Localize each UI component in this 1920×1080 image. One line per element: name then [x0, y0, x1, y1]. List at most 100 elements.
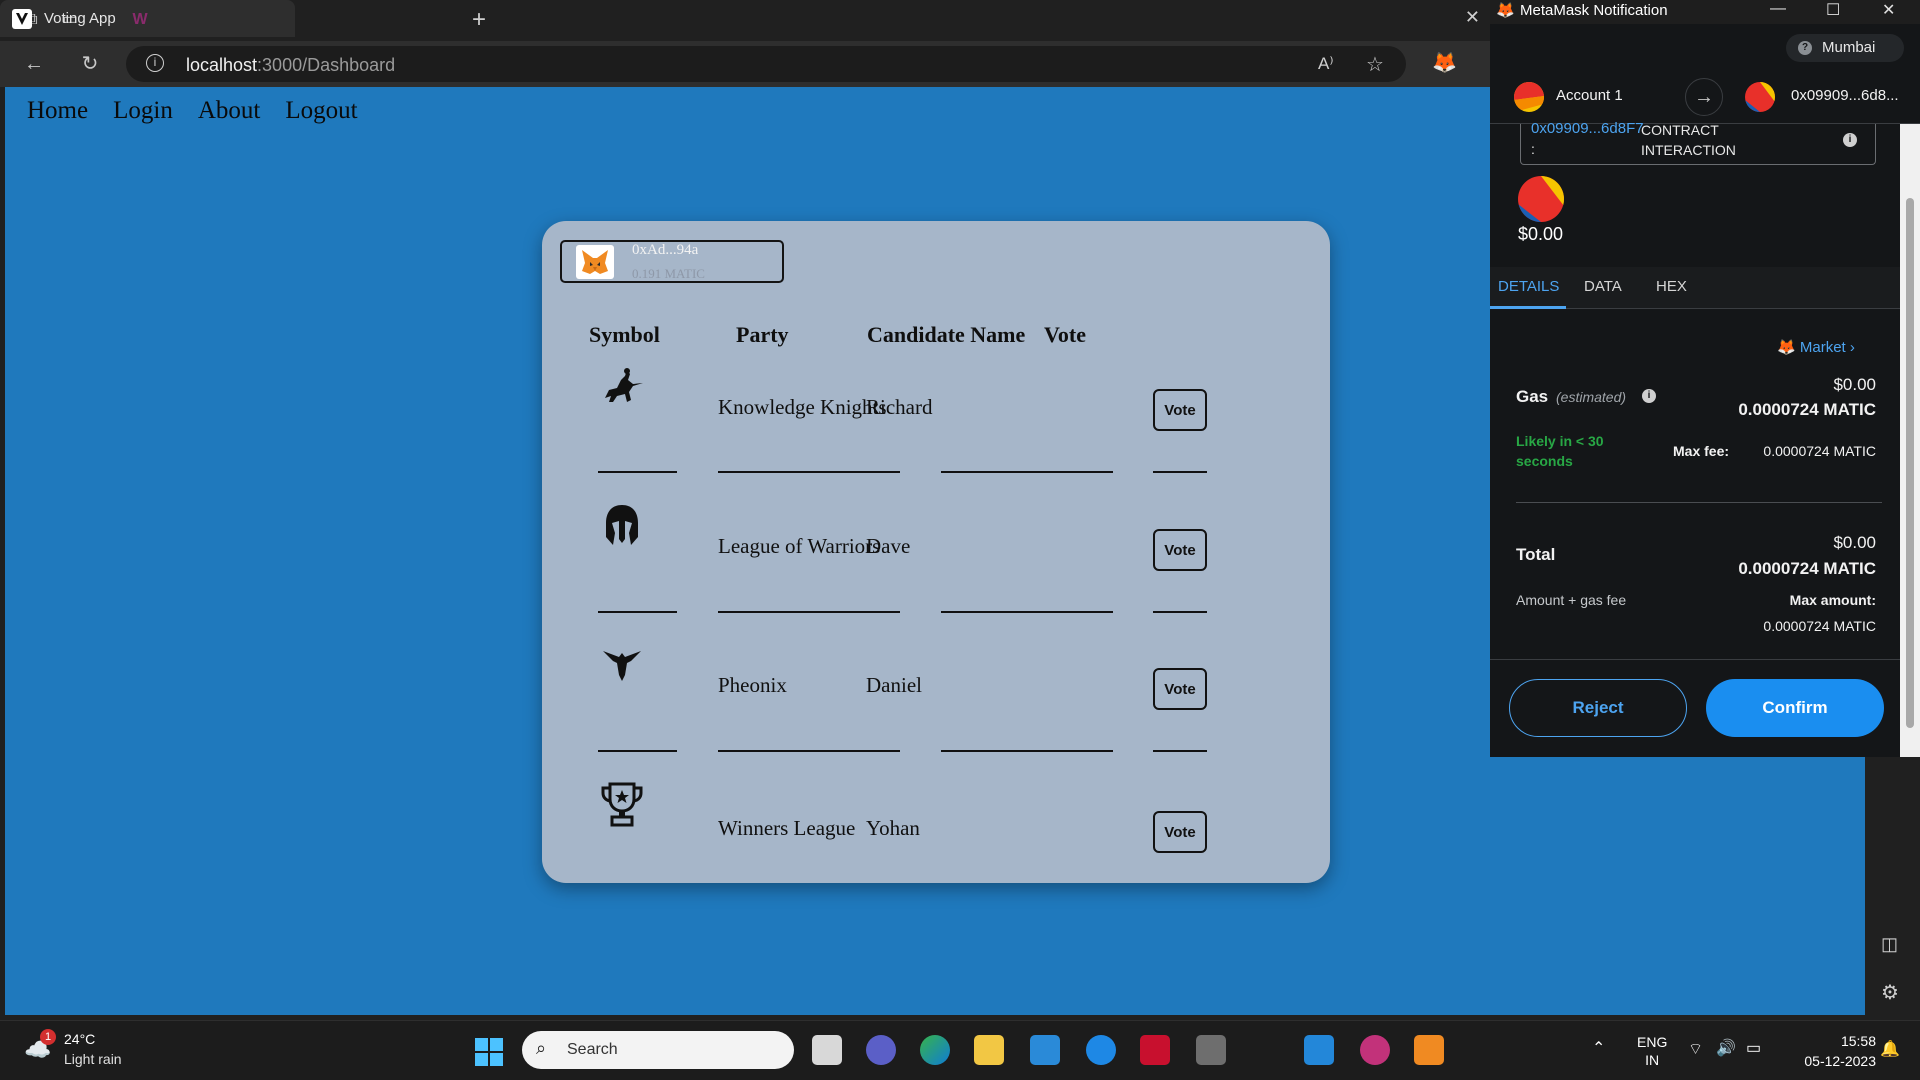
reject-button[interactable]: Reject — [1509, 679, 1687, 737]
recipient-address[interactable]: 0x09909...6d8... — [1791, 87, 1899, 104]
network-name: Mumbai — [1822, 39, 1876, 56]
mcafee-icon[interactable] — [1140, 1035, 1170, 1065]
battery-icon[interactable]: ▭ — [1746, 1038, 1761, 1058]
top-nav: Home Login About Logout — [27, 97, 358, 125]
nav-home[interactable]: Home — [27, 97, 88, 125]
wallet-address: 0xAd...94a — [632, 242, 699, 258]
candidate-name: Dave — [866, 534, 911, 558]
task-view-icon[interactable] — [812, 1035, 842, 1065]
address-bar-row: ← ↻ i localhost:3000/Dashboard A⁾ ☆ 🦊 — [0, 41, 1490, 87]
fox-market-icon: 🦊 — [1777, 339, 1800, 356]
metamask-extension-icon[interactable]: 🦊 — [1432, 51, 1457, 75]
total-usd: $0.00 — [1833, 533, 1876, 552]
vote-button[interactable]: Vote — [1153, 668, 1207, 710]
metamask-popup: 🦊 MetaMask Notification — ☐ ✕ ? Mumbai A… — [1490, 0, 1920, 757]
app-icon[interactable] — [1196, 1035, 1226, 1065]
max-amount-value: 0.0000724 MATIC — [1763, 618, 1876, 634]
max-fee-value: 0.0000724 MATIC — [1763, 443, 1876, 459]
get-help-icon[interactable] — [1086, 1035, 1116, 1065]
site-info-icon[interactable]: i — [146, 54, 164, 72]
metamask-window-title: MetaMask Notification — [1520, 2, 1668, 19]
party-name: Winners League — [718, 816, 856, 840]
party-name: Knowledge Knights — [718, 395, 887, 419]
language-indicator[interactable]: ENG IN — [1637, 1033, 1667, 1069]
candidate-name: Richard — [866, 395, 933, 419]
total-label: Total — [1516, 545, 1556, 564]
minimize-icon[interactable]: — — [1770, 0, 1786, 18]
tab-data[interactable]: DATA — [1584, 278, 1622, 295]
wifi-icon[interactable]: ⌔ — [1688, 1039, 1703, 1059]
vercel-favicon-icon — [12, 9, 32, 29]
clock[interactable]: 15:58 05-12-2023 — [1786, 1031, 1876, 1071]
windows-taskbar: ☁️ 1 24°C Light rain ⌕ Search ⌃ ENG IN ⌔ … — [0, 1020, 1920, 1080]
info-icon[interactable]: i — [1843, 133, 1857, 147]
read-aloud-icon[interactable]: A⁾ — [1318, 54, 1334, 74]
weather-description[interactable]: Light rain — [64, 1051, 122, 1067]
wallet-chip[interactable]: 0xAd...94a 0.191 MATIC — [560, 240, 784, 283]
metamask-fox-icon: 🦊 — [1496, 2, 1515, 19]
row-divider — [598, 611, 677, 613]
divider — [1490, 659, 1900, 660]
notification-bell-icon[interactable]: 🔔 — [1880, 1039, 1900, 1059]
pinned-tab-icon[interactable]: W — [128, 8, 152, 32]
vote-button[interactable]: Vote — [1153, 389, 1207, 431]
metamask-taskbar-icon[interactable] — [1414, 1035, 1444, 1065]
maximize-icon[interactable]: ☐ — [1826, 0, 1840, 20]
taskbar-search[interactable]: ⌕ Search — [522, 1031, 794, 1069]
weather-temperature[interactable]: 24°C — [64, 1031, 95, 1047]
teams-chat-icon[interactable] — [866, 1035, 896, 1065]
scrollbar-thumb[interactable] — [1906, 198, 1914, 728]
tab-details[interactable]: DETAILS — [1498, 278, 1559, 295]
arrow-right-icon: → — [1685, 78, 1723, 116]
row-divider — [1153, 611, 1207, 613]
vscode-icon[interactable] — [1304, 1035, 1334, 1065]
vote-button[interactable]: Vote — [1153, 529, 1207, 571]
search-placeholder: Search — [567, 1041, 618, 1058]
party-name: Pheonix — [718, 673, 787, 697]
gas-usd: $0.00 — [1833, 375, 1876, 394]
back-arrow-icon[interactable]: ← — [22, 52, 46, 76]
settings-gear-icon[interactable]: ⚙ — [1881, 980, 1899, 1005]
close-tab-icon[interactable]: ✕ — [1465, 7, 1480, 28]
sidebar-toggle-icon[interactable]: ◫ — [1881, 934, 1898, 955]
row-divider — [941, 611, 1113, 613]
market-link[interactable]: 🦊 Market › — [1777, 338, 1855, 356]
confirm-button[interactable]: Confirm — [1706, 679, 1884, 737]
voting-card: 0xAd...94a 0.191 MATIC Symbol Party Cand… — [542, 221, 1330, 883]
url-path: :3000/Dashboard — [257, 55, 396, 75]
row-divider — [718, 750, 900, 752]
candidate-name: Yohan — [866, 816, 920, 840]
trophy-icon — [601, 782, 643, 827]
nav-logout[interactable]: Logout — [285, 97, 357, 125]
windows-start-icon[interactable] — [474, 1037, 504, 1067]
new-tab-icon[interactable]: + — [472, 6, 486, 34]
metamask-scrollbar[interactable] — [1900, 124, 1920, 757]
tab-hex[interactable]: HEX — [1656, 278, 1687, 295]
max-amount-label: Max amount: — [1789, 592, 1876, 608]
favorite-star-icon[interactable]: ☆ — [1366, 52, 1384, 77]
browser-tab-bar: ⧉ ▭ W Voting App ✕ + — [0, 0, 1490, 41]
close-window-icon[interactable]: ✕ — [1882, 0, 1895, 20]
nav-login[interactable]: Login — [113, 97, 173, 125]
nav-about[interactable]: About — [198, 97, 261, 125]
metamask-titlebar: 🦊 MetaMask Notification — ☐ ✕ — [1490, 0, 1920, 24]
file-explorer-icon[interactable] — [974, 1035, 1004, 1065]
table-row: Winners League Yohan Vote — [542, 761, 1330, 883]
network-selector[interactable]: ? Mumbai — [1786, 34, 1904, 62]
wondershare-icon[interactable] — [1360, 1035, 1390, 1065]
url-input[interactable]: i localhost:3000/Dashboard A⁾ ☆ — [126, 46, 1406, 82]
phoenix-icon — [603, 651, 641, 681]
from-account-name: Account 1 — [1556, 87, 1623, 104]
chevron-up-icon[interactable]: ⌃ — [1592, 1038, 1605, 1058]
edge-browser-icon[interactable] — [920, 1035, 950, 1065]
refresh-icon[interactable]: ↻ — [78, 52, 102, 76]
gas-info-icon[interactable]: i — [1642, 389, 1656, 403]
volume-icon[interactable]: 🔊 — [1716, 1038, 1736, 1058]
contract-address-link[interactable]: 0x09909...6d8F7 — [1531, 120, 1644, 137]
vote-button[interactable]: Vote — [1153, 811, 1207, 853]
max-fee-label: Max fee: — [1673, 443, 1730, 459]
table-row: Knowledge Knights Richard Vote — [542, 341, 1330, 481]
url-text: localhost:3000/Dashboard — [186, 55, 395, 76]
row-divider — [718, 471, 900, 473]
myhp-icon[interactable] — [1030, 1035, 1060, 1065]
